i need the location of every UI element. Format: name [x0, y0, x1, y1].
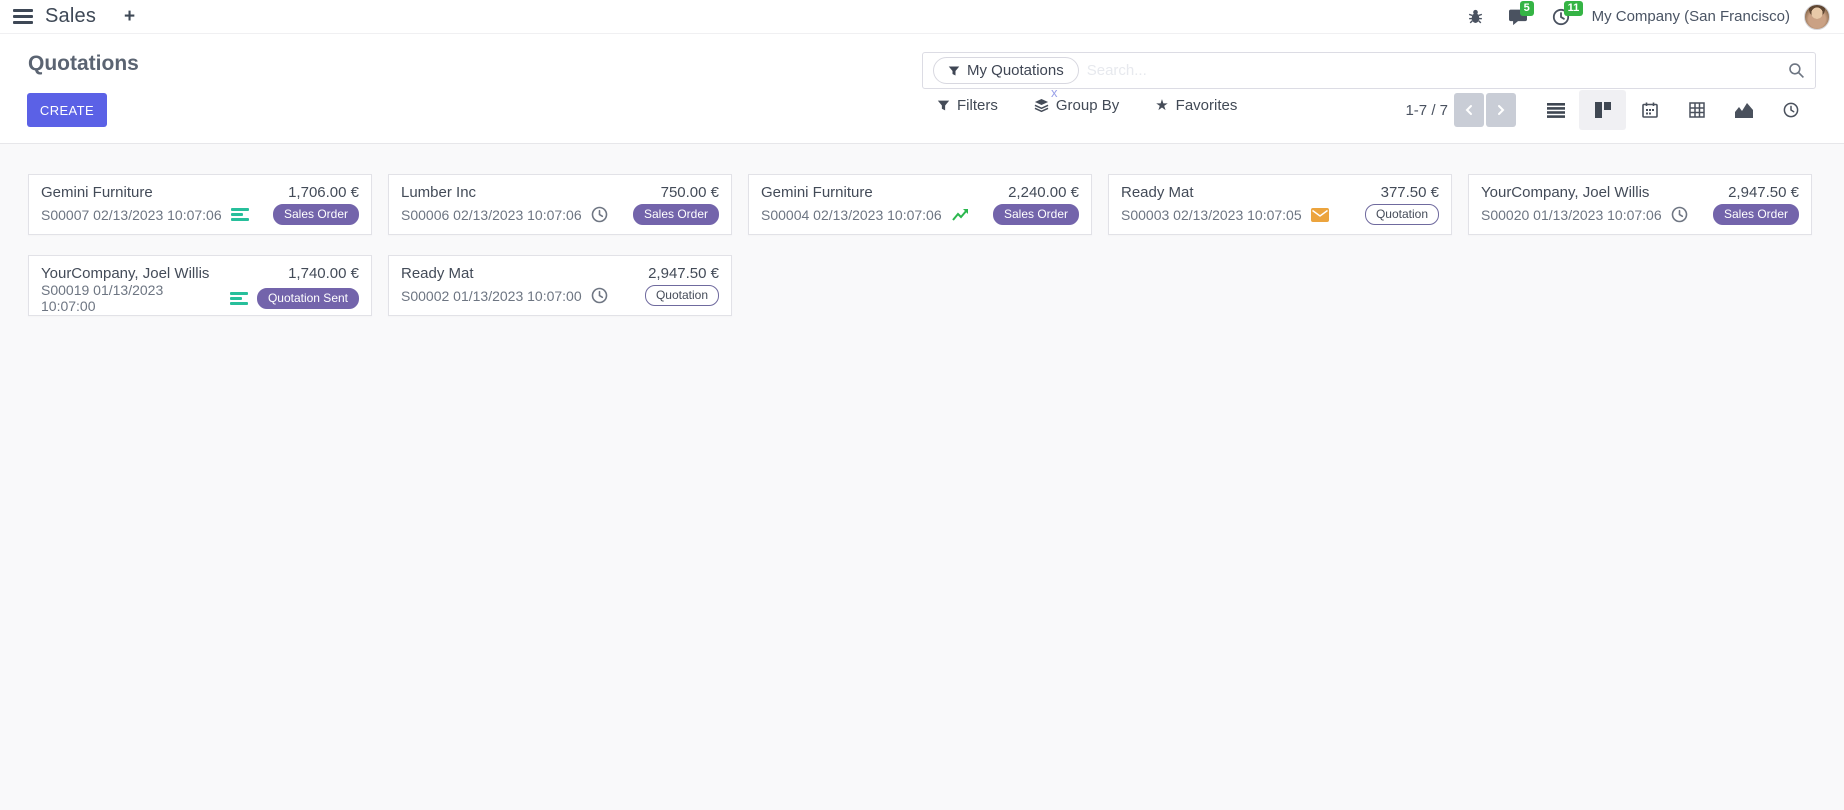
search-facet-label: My Quotations	[967, 62, 1064, 79]
status-badge: Sales Order	[633, 204, 719, 225]
activity-upsell-icon[interactable]	[951, 207, 971, 223]
chevron-right-icon	[1496, 104, 1506, 116]
customer-name: Gemini Furniture	[761, 184, 873, 201]
pager-previous-button[interactable]	[1454, 93, 1484, 127]
activity-note-icon[interactable]	[230, 292, 248, 305]
chevron-left-icon	[1464, 104, 1474, 116]
order-amount: 750.00 €	[661, 184, 719, 201]
group-by-label: Group By	[1056, 97, 1119, 114]
view-kanban-button[interactable]	[1579, 90, 1626, 130]
status-badge: Sales Order	[993, 204, 1079, 225]
order-amount: 2,947.50 €	[1728, 184, 1799, 201]
kanban-view: Gemini Furniture 1,706.00 € S00007 02/13…	[0, 145, 1844, 810]
filters-label: Filters	[957, 97, 998, 114]
layers-icon	[1034, 98, 1049, 113]
create-button[interactable]: CREATE	[27, 93, 107, 127]
star-icon: ★	[1155, 98, 1168, 113]
search-facet-my-quotations[interactable]: My Quotations	[933, 57, 1079, 84]
order-reference-date: S00007 02/13/2023 10:07:06	[41, 207, 222, 223]
order-amount: 377.50 €	[1381, 184, 1439, 201]
pager-range: 1-7 / 7	[1358, 102, 1448, 119]
status-badge: Sales Order	[1713, 204, 1799, 225]
group-by-button[interactable]: Group By	[1034, 97, 1119, 114]
view-activity-button[interactable]	[1767, 90, 1814, 130]
quotation-card[interactable]: Ready Mat 2,947.50 € S00002 01/13/2023 1…	[388, 255, 732, 316]
view-list-button[interactable]	[1532, 90, 1579, 130]
view-pivot-button[interactable]	[1673, 90, 1720, 130]
order-amount: 2,947.50 €	[648, 265, 719, 282]
control-panel: Quotations CREATE My Quotations x Filter…	[0, 34, 1844, 144]
order-amount: 1,706.00 €	[288, 184, 359, 201]
activity-clock-icon[interactable]	[591, 206, 608, 223]
filters-button[interactable]: Filters	[937, 97, 998, 114]
quotation-card[interactable]: YourCompany, Joel Willis 1,740.00 € S000…	[28, 255, 372, 316]
customer-name: Ready Mat	[401, 265, 474, 282]
favorites-label: Favorites	[1176, 97, 1238, 114]
customer-name: YourCompany, Joel Willis	[41, 265, 209, 282]
company-switcher[interactable]: My Company (San Francisco)	[1592, 8, 1790, 25]
order-reference-date: S00004 02/13/2023 10:07:06	[761, 207, 942, 223]
pivot-view-icon	[1689, 102, 1705, 118]
user-avatar[interactable]	[1804, 4, 1830, 30]
apps-menu-icon[interactable]	[13, 6, 33, 27]
filter-icon	[937, 99, 950, 112]
activity-clock-icon[interactable]	[591, 287, 608, 304]
favorites-button[interactable]: ★ Favorites	[1155, 97, 1237, 114]
order-reference-date: S00019 01/13/2023 10:07:00	[41, 282, 221, 314]
view-switcher	[1532, 90, 1814, 130]
list-view-icon	[1547, 103, 1565, 118]
search-icon[interactable]	[1788, 62, 1805, 79]
activity-view-icon	[1783, 102, 1799, 118]
kanban-view-icon	[1595, 102, 1611, 118]
order-amount: 1,740.00 €	[288, 265, 359, 282]
messages-icon[interactable]: 5	[1508, 8, 1528, 26]
view-calendar-button[interactable]	[1626, 90, 1673, 130]
activity-clock-icon[interactable]	[1671, 206, 1688, 223]
customer-name: Gemini Furniture	[41, 184, 153, 201]
top-navbar: Sales + 5 11 My Compa	[0, 0, 1844, 34]
messages-count-badge: 5	[1520, 1, 1534, 16]
debug-bug-icon[interactable]	[1467, 8, 1484, 25]
quotation-card[interactable]: Gemini Furniture 2,240.00 € S00004 02/13…	[748, 174, 1092, 235]
app-name[interactable]: Sales	[45, 5, 96, 28]
status-badge: Sales Order	[273, 204, 359, 225]
order-reference-date: S00020 01/13/2023 10:07:06	[1481, 207, 1662, 223]
quotation-card[interactable]: Lumber Inc 750.00 € S00006 02/13/2023 10…	[388, 174, 732, 235]
activities-count-badge: 11	[1564, 1, 1584, 16]
activities-icon[interactable]: 11	[1552, 8, 1570, 26]
graph-view-icon	[1735, 103, 1753, 118]
order-reference-date: S00003 02/13/2023 10:07:05	[1121, 207, 1302, 223]
page-title: Quotations	[28, 52, 139, 76]
order-reference-date: S00002 01/13/2023 10:07:00	[401, 288, 582, 304]
customer-name: Lumber Inc	[401, 184, 476, 201]
calendar-view-icon	[1642, 102, 1658, 118]
kanban-cards: Gemini Furniture 1,706.00 € S00007 02/13…	[28, 174, 1816, 316]
search-input[interactable]	[1087, 62, 1788, 79]
order-amount: 2,240.00 €	[1008, 184, 1079, 201]
customer-name: Ready Mat	[1121, 184, 1194, 201]
status-badge: Quotation	[1365, 204, 1439, 225]
quotation-card[interactable]: YourCompany, Joel Willis 2,947.50 € S000…	[1468, 174, 1812, 235]
quotation-card[interactable]: Ready Mat 377.50 € S00003 02/13/2023 10:…	[1108, 174, 1452, 235]
status-badge: Quotation Sent	[257, 288, 359, 309]
view-graph-button[interactable]	[1720, 90, 1767, 130]
activity-email-icon[interactable]	[1311, 208, 1329, 222]
order-reference-date: S00006 02/13/2023 10:07:06	[401, 207, 582, 223]
new-tab-icon[interactable]: +	[124, 6, 135, 28]
pager-next-button[interactable]	[1486, 93, 1516, 127]
searchview-buttons: Filters Group By ★ Favorites	[937, 97, 1237, 114]
filter-icon	[948, 65, 960, 77]
quotation-card[interactable]: Gemini Furniture 1,706.00 € S00007 02/13…	[28, 174, 372, 235]
customer-name: YourCompany, Joel Willis	[1481, 184, 1649, 201]
search-bar[interactable]: My Quotations x	[922, 52, 1816, 89]
activity-note-icon[interactable]	[231, 208, 249, 221]
status-badge: Quotation	[645, 285, 719, 306]
